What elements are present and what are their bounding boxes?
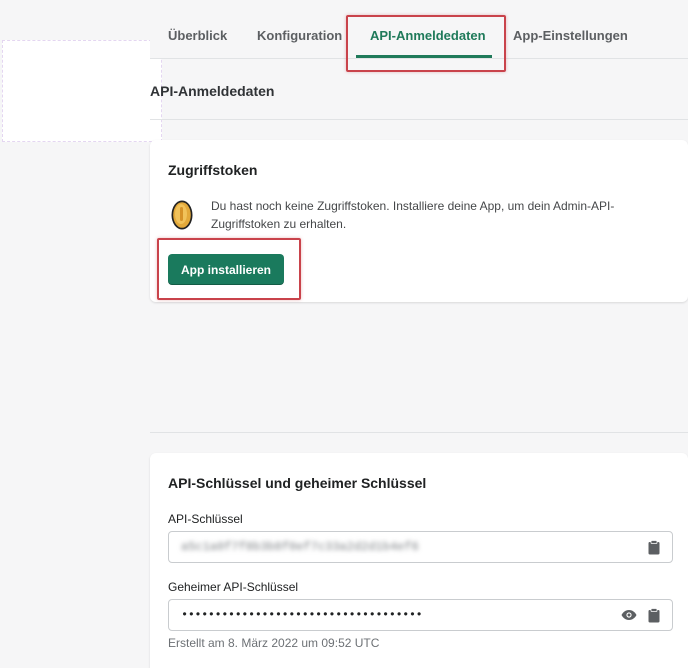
eye-icon[interactable]	[620, 606, 638, 624]
button-highlight-frame	[157, 238, 301, 300]
api-keys-card: API-Schlüssel und geheimer Schlüssel API…	[150, 453, 688, 668]
api-key-field	[168, 531, 673, 563]
sidebar-ghost-panel	[2, 40, 162, 142]
api-key-input[interactable]	[181, 539, 601, 555]
tab-configuration[interactable]: Konfiguration	[257, 28, 342, 43]
tab-app-settings[interactable]: App-Einstellungen	[513, 28, 628, 43]
access-token-heading: Zugriffstoken	[168, 162, 258, 178]
no-token-message-line1: Du hast noch keine Zugriffstoken. Instal…	[211, 199, 615, 213]
secret-key-field	[168, 599, 673, 631]
no-token-message-line2: Zugriffstoken zu erhalten.	[211, 217, 347, 231]
secret-key-label: Geheimer API-Schlüssel	[168, 580, 299, 594]
api-keys-heading: API-Schlüssel und geheimer Schlüssel	[168, 475, 427, 491]
clipboard-icon[interactable]	[645, 606, 663, 624]
sidebar-ghost-label	[29, 71, 32, 82]
tab-highlight-frame	[346, 15, 506, 72]
section-divider	[150, 432, 688, 433]
page-title: API-Anmeldedaten	[150, 83, 275, 99]
secret-key-input[interactable]	[181, 607, 601, 623]
created-timestamp: Erstellt am 8. März 2022 um 09:52 UTC	[168, 636, 380, 650]
coin-icon	[171, 200, 193, 230]
clipboard-icon[interactable]	[645, 538, 663, 556]
title-divider	[150, 119, 688, 120]
tab-overview[interactable]: Überblick	[168, 28, 227, 43]
api-key-label: API-Schlüssel	[168, 512, 243, 526]
